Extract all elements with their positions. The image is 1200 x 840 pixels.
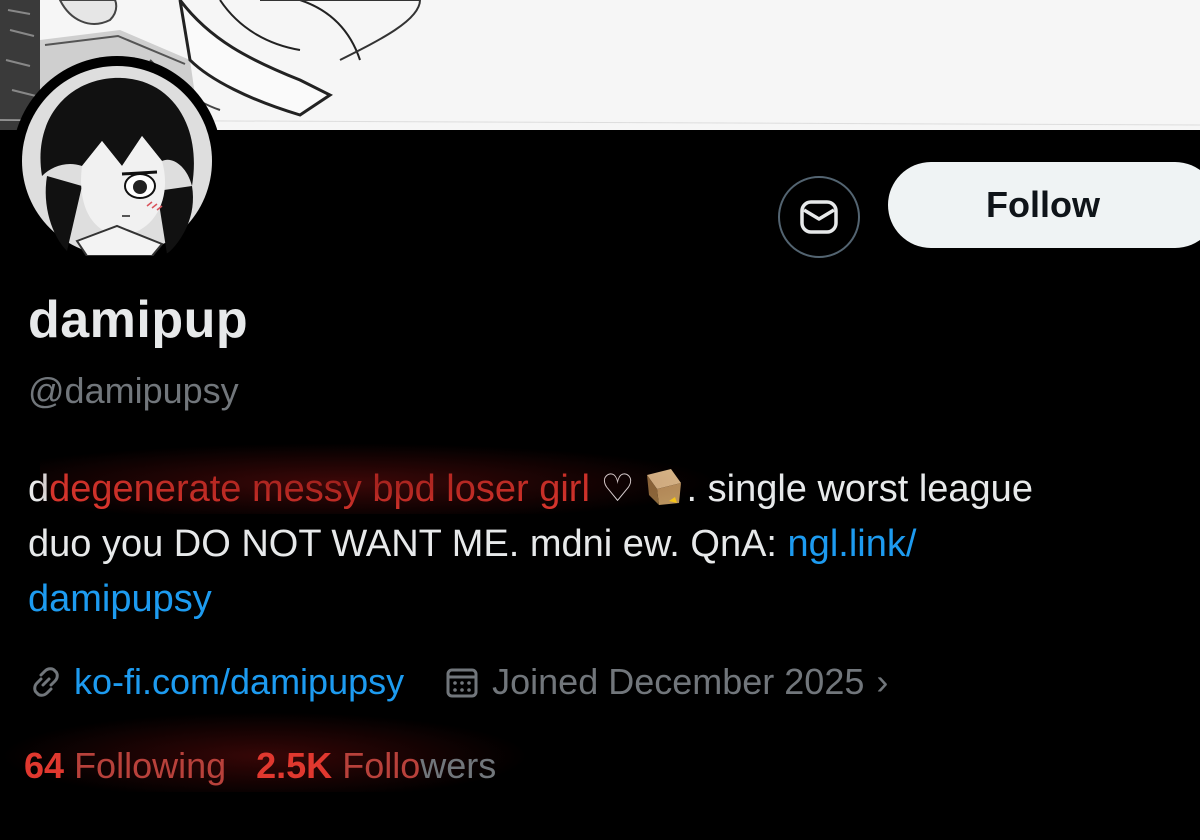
- followers-label-part1: Follo: [342, 745, 421, 786]
- followers-link[interactable]: 2.5K Followers: [256, 745, 496, 787]
- bio-line-1: ddegenerate messy bpd loser girl ♡ . sin…: [28, 444, 1188, 517]
- bio-text-line1: . single worst league: [686, 468, 1033, 510]
- user-handle: @damipupsy: [28, 370, 239, 411]
- following-label: Following: [74, 745, 227, 786]
- avatar[interactable]: [12, 56, 222, 266]
- display-name: damipup: [28, 291, 249, 349]
- bio-line-2: duo you DO NOT WANT ME. mdni ew. QnA: ng…: [28, 517, 1188, 572]
- qna-link[interactable]: ngl.link/: [788, 523, 917, 565]
- website-link[interactable]: ko-fi.com/damipupsy: [74, 661, 404, 703]
- followers-label-part2: wers: [420, 745, 497, 786]
- followers-count: 2.5K: [256, 745, 333, 786]
- calendar-icon-wrap: [444, 664, 480, 700]
- avatar-image: [22, 66, 212, 256]
- bio-first-letter: d: [28, 468, 50, 510]
- profile-page: Follow damipup @damipupsy ddegenerate me…: [0, 0, 1200, 840]
- following-link[interactable]: 64 Following: [24, 745, 226, 787]
- envelope-icon: [800, 200, 838, 234]
- link-icon: [33, 667, 59, 697]
- calendar-icon: [446, 668, 478, 698]
- bio-line-3: damipupsy: [28, 572, 1188, 627]
- follow-button[interactable]: Follow: [888, 162, 1200, 248]
- bio-text-line2: duo you DO NOT WANT ME. mdni ew. QnA:: [28, 523, 788, 565]
- following-count: 64: [24, 745, 65, 786]
- heart-symbol: ♡: [600, 468, 635, 510]
- box-emoji: [646, 469, 681, 505]
- profile-meta: ko-fi.com/damipupsy Joined December 2025…: [28, 656, 888, 708]
- message-button[interactable]: [778, 176, 860, 258]
- chevron-right-icon[interactable]: ›: [876, 661, 888, 703]
- joined-date: Joined December 2025: [492, 661, 865, 702]
- qna-link-continued[interactable]: damipupsy: [28, 578, 212, 620]
- bio-highlight: degenerate messy bpd loser girl: [49, 468, 590, 510]
- bio: ddegenerate messy bpd loser girl ♡ . sin…: [28, 444, 1188, 627]
- profile-stats: 64 Following 2.5K Followers: [24, 738, 496, 794]
